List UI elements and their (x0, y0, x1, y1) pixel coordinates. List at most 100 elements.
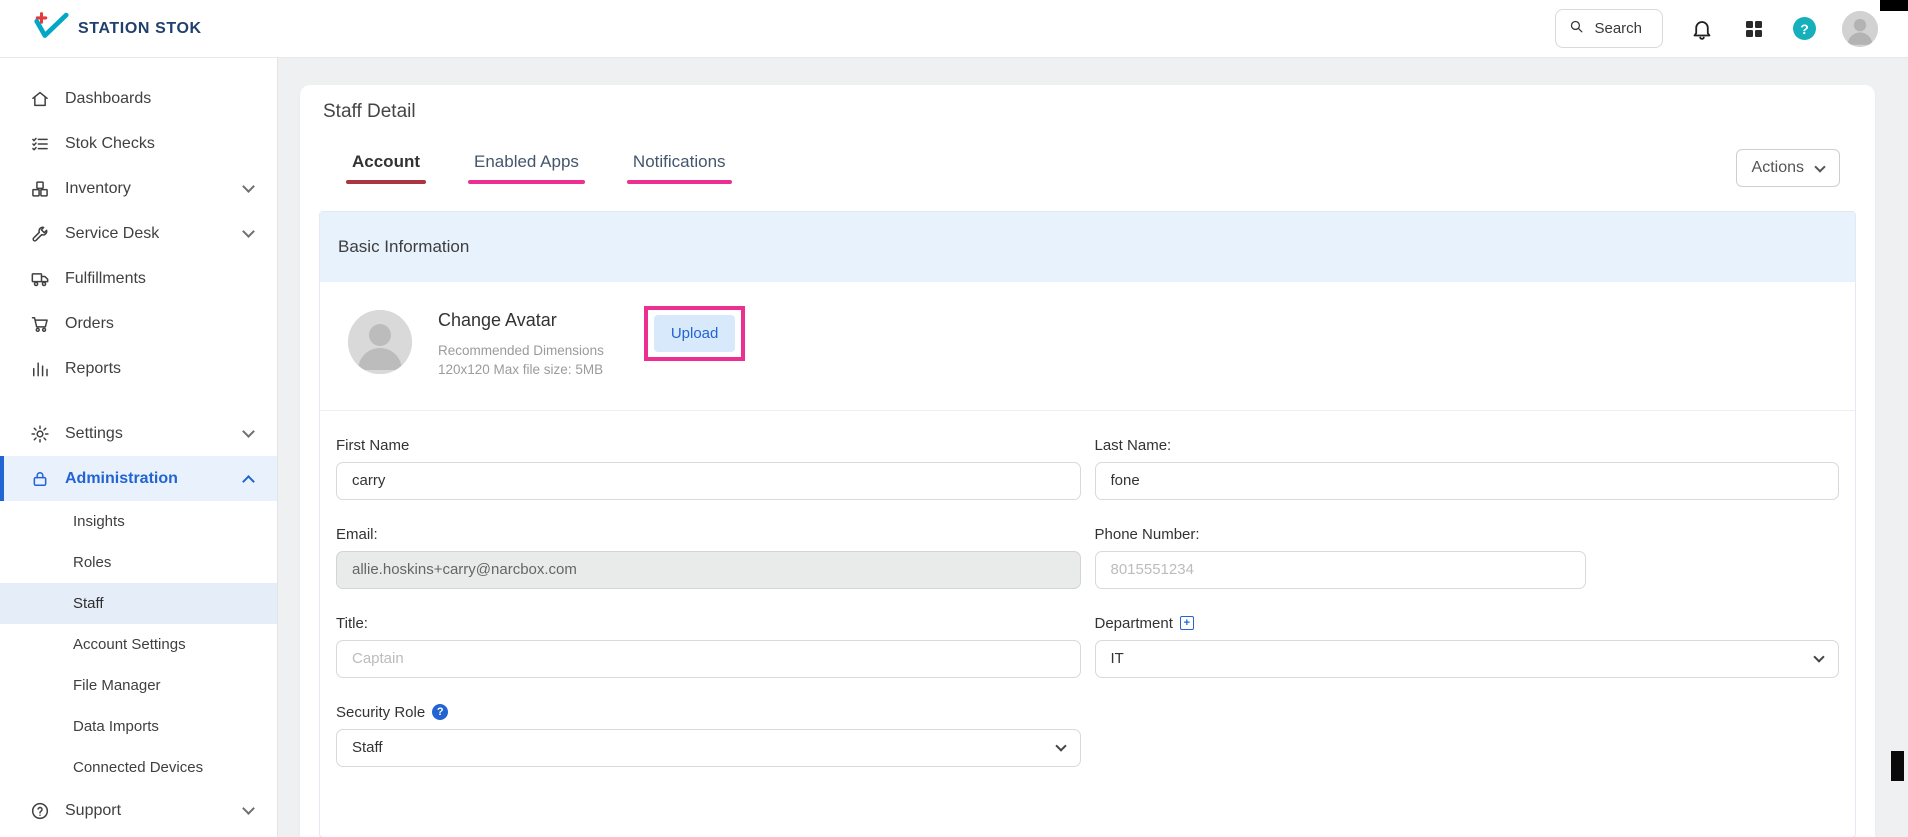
boxes-icon (30, 179, 50, 199)
sidebar-subitem-label: Account Settings (73, 636, 186, 653)
basic-information-section: Basic Information Change Avatar Recommen… (319, 211, 1856, 837)
sidebar-item-label: Support (65, 801, 122, 819)
chevron-down-icon (242, 425, 255, 438)
actions-dropdown-button[interactable]: Actions (1735, 149, 1840, 187)
sidebar-item-label: Administration (65, 469, 178, 487)
tab-bar: Account Enabled Apps Notifications Actio… (319, 149, 1856, 187)
main-content: Staff Detail Account Enabled Apps Notifi… (278, 58, 1908, 837)
sidebar-item-reports[interactable]: Reports (0, 346, 277, 391)
department-select[interactable]: IT (1094, 639, 1839, 678)
section-title: Basic Information (320, 212, 1855, 282)
tab-enabled-apps[interactable]: Enabled Apps (468, 152, 585, 184)
sidebar-subitem-label: Connected Devices (73, 759, 204, 776)
gear-icon (30, 424, 50, 444)
sidebar-subitem-account-settings[interactable]: Account Settings (0, 624, 277, 665)
sidebar-subitem-label: Staff (73, 595, 104, 612)
sidebar-subitem-label: Roles (73, 554, 112, 571)
avatar-hint: Recommended Dimensions 120x120 Max file … (438, 342, 604, 380)
wrench-icon (30, 224, 50, 244)
sidebar-item-label: Inventory (65, 179, 131, 197)
chevron-down-icon (1813, 651, 1825, 663)
tab-account[interactable]: Account (346, 152, 426, 184)
bar-chart-icon (30, 359, 50, 379)
security-role-select[interactable]: Staff (336, 728, 1081, 767)
email-input (336, 550, 1081, 589)
question-circle-icon (30, 801, 50, 821)
logo-icon (32, 11, 70, 46)
chevron-down-icon (1054, 740, 1067, 752)
last-name-label: Last Name: (1094, 436, 1172, 454)
sidebar-subitem-data-imports[interactable]: Data Imports (0, 706, 277, 747)
first-name-input[interactable] (336, 461, 1081, 500)
sidebar-item-stok-checks[interactable]: Stok Checks (0, 121, 277, 166)
sidebar-subitem-file-manager[interactable]: File Manager (0, 665, 277, 706)
sidebar-item-administration[interactable]: Administration (0, 456, 277, 501)
tab-label: Notifications (632, 152, 726, 171)
chevron-down-icon (242, 225, 255, 238)
email-label: Email: (336, 525, 378, 543)
sidebar-subitem-insights[interactable]: Insights (0, 501, 277, 542)
security-role-label-text: Security Role (336, 703, 426, 721)
sidebar-subitem-roles[interactable]: Roles (0, 542, 277, 583)
sidebar-item-settings[interactable]: Settings (0, 411, 277, 456)
search-input[interactable]: Search (1555, 9, 1663, 48)
title-input[interactable] (336, 639, 1081, 678)
annotation-box: Upload (643, 306, 746, 361)
first-name-label: First Name (336, 436, 410, 454)
home-icon (30, 89, 50, 109)
sidebar-item-dashboards[interactable]: Dashboards (0, 76, 277, 121)
change-avatar-title: Change Avatar (438, 310, 557, 330)
sidebar-subitem-connected-devices[interactable]: Connected Devices (0, 747, 277, 788)
change-avatar-text: Change Avatar Recommended Dimensions 120… (438, 310, 604, 380)
chevron-down-icon (242, 802, 255, 815)
last-name-input[interactable] (1094, 461, 1839, 500)
sidebar-item-label: Service Desk (65, 224, 160, 242)
active-tab-underline (346, 180, 426, 184)
truck-icon (30, 269, 50, 289)
sidebar-item-label: Dashboards (65, 89, 152, 107)
cart-icon (30, 314, 50, 334)
department-info-icon[interactable]: + (1179, 616, 1194, 631)
phone-label: Phone Number: (1094, 525, 1200, 543)
staff-detail-card: Staff Detail Account Enabled Apps Notifi… (300, 85, 1875, 837)
notifications-bell-icon[interactable] (1689, 16, 1715, 42)
page-title: Staff Detail (323, 101, 416, 122)
tab-notifications[interactable]: Notifications (626, 152, 732, 184)
help-icon[interactable]: ? (1793, 17, 1816, 40)
upload-avatar-button[interactable]: Upload (653, 315, 736, 352)
department-label-text: Department (1094, 614, 1173, 632)
sidebar-item-support[interactable]: Support (0, 788, 277, 833)
apps-grid-icon[interactable] (1741, 16, 1767, 42)
chevron-up-icon (242, 474, 255, 488)
lock-icon (30, 469, 50, 489)
annotation-underline (626, 180, 732, 184)
scrollbar-thumb[interactable] (1891, 751, 1904, 781)
department-field: Department + IT (1094, 614, 1839, 678)
app-logo[interactable]: STATION STOK (32, 11, 202, 46)
sidebar-subitem-label: File Manager (73, 677, 161, 694)
tab-label: Enabled Apps (474, 152, 579, 171)
sidebar-item-inventory[interactable]: Inventory (0, 166, 277, 211)
sidebar-item-orders[interactable]: Orders (0, 301, 277, 346)
top-header: STATION STOK Search ? (0, 0, 1908, 58)
sidebar-item-fulfillments[interactable]: Fulfillments (0, 256, 277, 301)
security-role-field: Security Role ? Staff (336, 704, 1081, 767)
sidebar-item-label: Settings (65, 424, 123, 442)
department-selected-value: IT (1110, 650, 1124, 668)
change-avatar-row: Change Avatar Recommended Dimensions 120… (320, 282, 1855, 411)
title-label: Title: (336, 614, 368, 632)
first-name-field: First Name (336, 437, 1081, 500)
phone-input[interactable] (1094, 550, 1586, 589)
user-avatar[interactable] (1842, 10, 1878, 47)
security-role-help-icon[interactable]: ? (432, 704, 449, 721)
phone-field: Phone Number: (1094, 525, 1840, 589)
annotation-underline (468, 180, 585, 184)
sidebar-subitem-label: Data Imports (73, 718, 159, 735)
avatar-hint-line1: Recommended Dimensions (438, 343, 604, 358)
sidebar-subitem-staff[interactable]: Staff (0, 583, 277, 624)
search-icon (1568, 18, 1585, 39)
sidebar-item-service-desk[interactable]: Service Desk (0, 211, 277, 256)
sidebar-item-label: Reports (65, 359, 122, 377)
tab-label: Account (352, 152, 420, 171)
chevron-down-icon (1814, 160, 1826, 173)
